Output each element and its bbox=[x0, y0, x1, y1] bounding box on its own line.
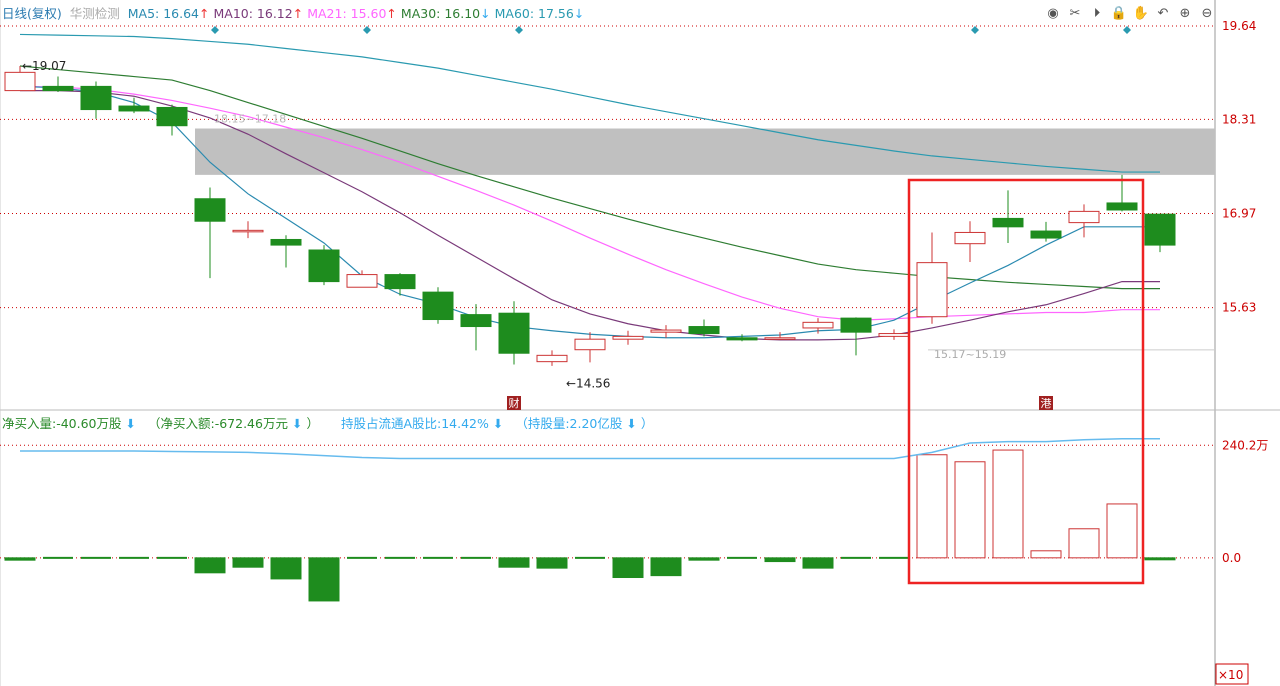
net-buy-bar bbox=[802, 557, 834, 569]
candle-body bbox=[650, 329, 682, 333]
candle-body bbox=[726, 337, 758, 341]
low-annotation: ←14.56 bbox=[566, 377, 610, 391]
close-paren: ） bbox=[640, 416, 654, 431]
net-amount-label: （净买入额:-672.46万元 ⬇） bbox=[148, 416, 323, 431]
arrow-down-icon: ⬇ bbox=[626, 416, 637, 431]
candle-body bbox=[232, 229, 264, 233]
candle-body bbox=[498, 312, 530, 354]
net-buy-bar bbox=[270, 557, 302, 580]
candle-body bbox=[270, 238, 302, 246]
indicator-legend: 净买入量:-40.60万股 ⬇ （净买入额:-672.46万元 ⬇） 持股占流通A股… bbox=[2, 416, 661, 432]
net-amount-value: （净买入额:-672.46万元 bbox=[147, 416, 288, 431]
chart-root: 日线(复权) 华测检测 MA5: 16.64↑ MA10: 16.12↑ MA21:… bbox=[0, 0, 1280, 686]
candle-body bbox=[1068, 210, 1100, 224]
net-buy-bar bbox=[1144, 557, 1176, 561]
net-buy-bar bbox=[916, 454, 948, 559]
candle-body bbox=[384, 274, 416, 290]
net-buy-bar bbox=[4, 557, 36, 561]
cai-marker: 财 bbox=[509, 396, 520, 410]
net-buy-bar bbox=[1030, 550, 1062, 559]
y-tick-label: 16.97 bbox=[1222, 206, 1256, 220]
candle-body bbox=[1106, 202, 1138, 211]
candle-body bbox=[840, 317, 872, 333]
event-diamond-icon bbox=[971, 26, 979, 34]
y-tick-label: 19.64 bbox=[1222, 19, 1256, 33]
event-diamond-icon bbox=[363, 26, 371, 34]
candle-body bbox=[688, 326, 720, 335]
sub-tick-zero: 0.0 bbox=[1222, 551, 1241, 565]
arrow-down-icon: ⬇ bbox=[492, 416, 504, 431]
candle-body bbox=[346, 274, 378, 288]
candle-body bbox=[42, 85, 74, 92]
arrow-down-icon: ⬇ bbox=[291, 416, 303, 431]
arrow-down-icon: ⬇ bbox=[125, 416, 136, 431]
holding-ratio-label: 持股占流通A股比:14.42% ⬇ bbox=[341, 416, 507, 431]
candle-body bbox=[536, 354, 568, 363]
net-buy-bar bbox=[764, 557, 796, 563]
net-buy-bar bbox=[650, 557, 682, 577]
holding-ratio-value: 持股占流通A股比:14.42% bbox=[340, 416, 489, 431]
net-buy-bar bbox=[536, 557, 568, 569]
net-buy-bar bbox=[498, 557, 530, 568]
candle-body bbox=[194, 198, 226, 222]
gap-annotation-upper: 18.15~17.18 bbox=[214, 113, 286, 126]
event-diamond-icon bbox=[1123, 26, 1131, 34]
y-tick-label: 18.31 bbox=[1222, 112, 1256, 126]
candle-body bbox=[954, 231, 986, 245]
candle-body bbox=[308, 249, 340, 283]
candlestick-chart: 19.64 18.31 16.97 15.63 ←19.07 ←14.56 18.15~17… bbox=[0, 0, 1280, 686]
close-paren: ） bbox=[306, 416, 319, 431]
net-buy-label: 净买入量:-40.60万股 ⬇ bbox=[2, 416, 140, 431]
holding-qty-value: （持股量:2.20亿股 bbox=[515, 416, 623, 431]
net-buy-bar bbox=[308, 557, 340, 602]
candle-body bbox=[612, 335, 644, 340]
high-annotation: ←19.07 bbox=[22, 59, 66, 73]
candle-body bbox=[4, 71, 36, 92]
candle-body bbox=[422, 291, 454, 321]
net-buy-bar bbox=[612, 557, 644, 579]
holding-qty-label: （持股量:2.20亿股 ⬇） bbox=[515, 416, 657, 431]
net-buy-value: 净买入量:-40.60万股 bbox=[2, 416, 122, 431]
candle-body bbox=[992, 217, 1024, 228]
ma21-line bbox=[19, 85, 1160, 321]
candle-body bbox=[916, 262, 948, 318]
ma30-line bbox=[19, 65, 1160, 290]
candle-body bbox=[118, 105, 150, 112]
ma10-line bbox=[20, 90, 1160, 341]
ma5-line bbox=[19, 85, 1160, 339]
event-diamond-icon bbox=[515, 26, 523, 34]
candle-body bbox=[460, 314, 492, 328]
net-buy-bar bbox=[232, 557, 264, 568]
candle-body bbox=[80, 85, 112, 111]
candle-body bbox=[1144, 213, 1176, 246]
candle-body bbox=[574, 338, 606, 351]
gang-marker: 港 bbox=[1041, 397, 1052, 410]
candle-body bbox=[156, 106, 188, 127]
net-buy-bar bbox=[1106, 503, 1138, 559]
net-buy-bar bbox=[1068, 528, 1100, 559]
net-buy-bar bbox=[954, 461, 986, 559]
candle-body bbox=[802, 321, 834, 329]
candle-body bbox=[878, 333, 910, 337]
event-diamond-icon bbox=[211, 26, 219, 34]
holding-line bbox=[20, 438, 1160, 460]
net-buy-bar bbox=[194, 557, 226, 574]
scale-label: ×10 bbox=[1218, 668, 1243, 682]
sub-tick-top: 240.2万 bbox=[1222, 438, 1268, 452]
net-buy-bar bbox=[992, 449, 1024, 559]
y-tick-label: 15.63 bbox=[1222, 301, 1256, 315]
net-buy-bar bbox=[688, 557, 720, 561]
candle-body bbox=[764, 337, 796, 340]
candle-body bbox=[1030, 230, 1062, 239]
